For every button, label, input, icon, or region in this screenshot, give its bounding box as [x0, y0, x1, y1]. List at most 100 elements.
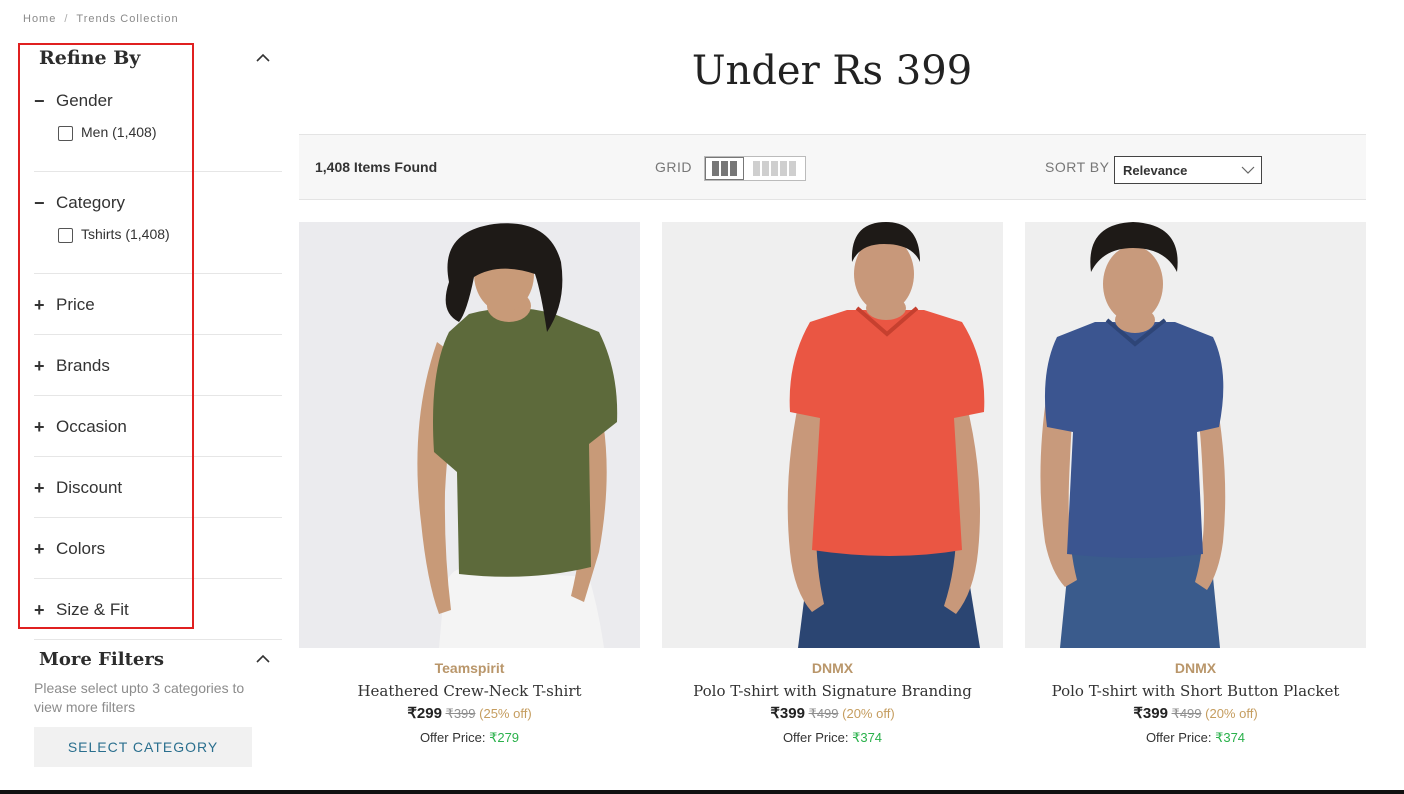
facet-label: Brands — [56, 356, 110, 375]
sort-by-select[interactable]: Relevance — [1114, 156, 1262, 184]
facet-header[interactable]: + Occasion — [34, 415, 282, 439]
product-name[interactable]: Polo T-shirt with Signature Branding — [662, 682, 1003, 700]
product-brand: DNMX — [811, 660, 854, 676]
offer-label: Offer Price: — [1145, 730, 1212, 745]
product-card[interactable]: DNMX Polo T-shirt with Signature Brandin… — [662, 222, 1003, 746]
divider — [34, 578, 282, 579]
facet-header[interactable]: + Discount — [34, 476, 282, 500]
page-title: Under Rs 399 — [691, 48, 973, 94]
facet-option-men[interactable]: Men (1,408) — [58, 122, 282, 141]
breadcrumb-current[interactable]: Trends Collection — [76, 13, 178, 25]
offer-price: ₹374 — [852, 730, 883, 745]
facet-label: Discount — [56, 478, 123, 497]
divider — [34, 517, 282, 518]
facet-header[interactable]: + Colors — [34, 537, 282, 561]
product-discount: (20% off) — [1205, 706, 1258, 721]
facet-label: Category — [56, 193, 125, 212]
grid-column-icon — [753, 161, 760, 176]
checkbox[interactable] — [58, 228, 73, 243]
expand-icon: + — [34, 295, 45, 315]
facet-label: Occasion — [56, 417, 127, 436]
facet-label: Price — [56, 295, 95, 314]
facet-category: − Category Tshirts (1,408) — [34, 191, 282, 243]
price-line: ₹399 ₹499 (20% off) — [1025, 704, 1366, 722]
offer-price: ₹279 — [489, 730, 520, 745]
refine-by-header[interactable]: Refine By — [39, 44, 271, 72]
option-label: Men (1,408) — [81, 123, 157, 140]
grid-column-icon — [712, 161, 719, 176]
shirt — [433, 308, 618, 577]
grid-3-column-button[interactable] — [705, 157, 744, 180]
facet-header[interactable]: − Category — [34, 191, 282, 215]
product-name[interactable]: Polo T-shirt with Short Button Placket — [1025, 682, 1366, 700]
chevron-down-icon — [1241, 166, 1255, 174]
grid-column-icon — [721, 161, 728, 176]
items-found-count: 1,408 Items Found — [315, 159, 438, 175]
checkbox[interactable] — [58, 126, 73, 141]
facet-header[interactable]: − Gender — [34, 89, 282, 113]
grid-label: GRID — [655, 159, 692, 175]
chevron-up-icon[interactable] — [255, 50, 271, 66]
facet-brands: + Brands — [34, 354, 282, 378]
more-filters-hint: Please select upto 3 categories to view … — [34, 680, 245, 715]
facet-label: Gender — [56, 91, 113, 110]
facet-label: Size & Fit — [56, 600, 129, 619]
facet-header[interactable]: + Size & Fit — [34, 598, 282, 622]
price-line: ₹399 ₹499 (20% off) — [662, 704, 1003, 722]
grid-column-icon — [730, 161, 737, 176]
collapse-icon: − — [34, 91, 45, 111]
product-card[interactable]: DNMX Polo T-shirt with Short Button Plac… — [1025, 222, 1366, 746]
price-line: ₹299 ₹399 (25% off) — [299, 704, 640, 722]
divider — [34, 456, 282, 457]
breadcrumb-home[interactable]: Home — [23, 13, 56, 25]
facet-option-tshirts[interactable]: Tshirts (1,408) — [58, 224, 282, 243]
model-photo — [662, 222, 1003, 648]
product-price: ₹299 — [407, 705, 442, 722]
product-image[interactable] — [662, 222, 1003, 648]
offer-price: ₹374 — [1215, 730, 1246, 745]
offer-line: Offer Price: ₹374 — [662, 730, 1003, 746]
facet-discount: + Discount — [34, 476, 282, 500]
facet-price: + Price — [34, 293, 282, 317]
sort-by-label: SORT BY — [1045, 159, 1110, 175]
expand-icon: + — [34, 478, 45, 498]
sort-value: Relevance — [1123, 163, 1188, 178]
select-category-button[interactable]: SELECT CATEGORY — [34, 727, 252, 767]
model-photo — [1025, 222, 1366, 648]
product-mrp: ₹399 — [445, 706, 476, 721]
chevron-up-icon[interactable] — [255, 651, 271, 667]
listing-toolbar: 1,408 Items Found GRID SORT BY Relevance — [299, 134, 1366, 200]
model-photo — [299, 222, 640, 648]
expand-icon: + — [34, 417, 45, 437]
facet-gender: − Gender Men (1,408) — [34, 89, 282, 141]
facet-label: Colors — [56, 539, 106, 558]
offer-line: Offer Price: ₹279 — [299, 730, 640, 746]
offer-label: Offer Price: — [782, 730, 849, 745]
facet-header[interactable]: + Brands — [34, 354, 282, 378]
offer-line: Offer Price: ₹374 — [1025, 730, 1366, 746]
product-discount: (25% off) — [479, 706, 532, 721]
product-info: DNMX Polo T-shirt with Signature Brandin… — [662, 660, 1003, 746]
product-mrp: ₹499 — [808, 706, 839, 721]
divider — [34, 639, 282, 640]
grid-column-icon — [762, 161, 769, 176]
more-filters-title: More Filters — [39, 648, 164, 670]
bottom-border — [0, 790, 1404, 794]
product-card[interactable]: Teamspirit Heathered Crew-Neck T-shirt ₹… — [299, 222, 640, 746]
product-name[interactable]: Heathered Crew-Neck T-shirt — [299, 682, 640, 700]
divider — [34, 273, 282, 274]
product-price: ₹399 — [770, 705, 805, 722]
facet-colors: + Colors — [34, 537, 282, 561]
product-image[interactable] — [299, 222, 640, 648]
divider — [34, 395, 282, 396]
product-image[interactable] — [1025, 222, 1366, 648]
pants — [1060, 547, 1220, 648]
product-info: Teamspirit Heathered Crew-Neck T-shirt ₹… — [299, 660, 640, 746]
more-filters-header[interactable]: More Filters — [39, 646, 271, 672]
grid-toggle — [704, 156, 806, 181]
facet-size-fit: + Size & Fit — [34, 598, 282, 622]
facet-header[interactable]: + Price — [34, 293, 282, 317]
expand-icon: + — [34, 356, 45, 376]
grid-5-column-button[interactable] — [744, 157, 805, 180]
grid-column-icon — [780, 161, 787, 176]
